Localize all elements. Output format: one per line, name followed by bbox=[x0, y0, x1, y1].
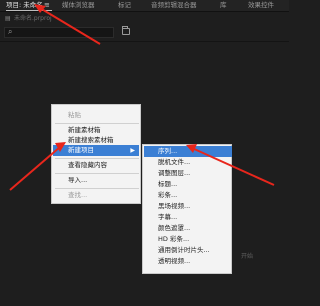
new-bin-folder-icon[interactable] bbox=[122, 26, 130, 35]
new-item-submenu: 序列... 脱机文件... 调整图层... 标题... 彩条... 黑场视频..… bbox=[142, 144, 232, 274]
menu-item-import[interactable]: 导入... bbox=[53, 175, 139, 186]
submenu-item-transparent-video[interactable]: 透明视频... bbox=[144, 256, 232, 267]
tab-audio-clip-mixer[interactable]: 音频剪辑混合器 bbox=[151, 0, 197, 11]
submenu-arrow-icon: ▶ bbox=[130, 147, 135, 154]
submenu-item-captions[interactable]: 字幕... bbox=[144, 212, 232, 223]
tab-libraries[interactable]: 库 bbox=[220, 0, 227, 11]
menu-item-view-hidden[interactable]: 查看隐藏内容 bbox=[53, 160, 139, 171]
menu-item-paste[interactable]: 粘贴 bbox=[53, 110, 139, 121]
submenu-item-offline-file[interactable]: 脱机文件... bbox=[144, 157, 232, 168]
menu-separator bbox=[55, 158, 139, 159]
submenu-item-hd-bars[interactable]: HD 彩条... bbox=[144, 234, 232, 245]
context-menu: 粘贴 新建素材箱 新建搜索素材箱 新建项目 ▶ 查看隐藏内容 导入... 查找.… bbox=[51, 104, 141, 204]
submenu-item-title[interactable]: 标题... bbox=[144, 179, 232, 190]
menu-item-find[interactable]: 查找... bbox=[53, 190, 139, 201]
panel-divider bbox=[0, 41, 289, 42]
tab-media-browser[interactable]: 媒体浏览器 bbox=[62, 0, 95, 11]
panel-tab-bar: 项目: 未命名 ≡ 媒体浏览器 标记 音频剪辑混合器 库 效果控件 bbox=[0, 0, 289, 12]
menu-separator bbox=[55, 173, 139, 174]
project-file-name: 未命名.prproj bbox=[14, 15, 52, 22]
project-file-icon: ▤ bbox=[5, 15, 11, 22]
submenu-item-sequence[interactable]: 序列... bbox=[144, 146, 232, 157]
search-icon: ⌕ bbox=[8, 27, 13, 36]
project-file-row: ▤ 未命名.prproj bbox=[0, 13, 289, 24]
submenu-item-adjustment-layer[interactable]: 调整图层... bbox=[144, 168, 232, 179]
menu-item-new-item[interactable]: 新建项目 ▶ bbox=[53, 145, 139, 156]
submenu-item-black-video[interactable]: 黑场视频... bbox=[144, 201, 232, 212]
submenu-item-universal-countdown[interactable]: 通用倒计时片头... bbox=[144, 245, 232, 256]
tab-markers[interactable]: 标记 bbox=[118, 0, 131, 11]
menu-separator bbox=[55, 123, 139, 124]
drop-hint-text: 开始 bbox=[241, 253, 254, 260]
active-tab-underline bbox=[6, 10, 52, 11]
menu-item-new-item-label: 新建项目 bbox=[68, 146, 94, 154]
menu-separator bbox=[55, 188, 139, 189]
tab-effect-controls[interactable]: 效果控件 bbox=[248, 0, 274, 11]
submenu-item-bars-and-tone[interactable]: 彩条... bbox=[144, 190, 232, 201]
search-input[interactable]: ⌕ bbox=[4, 27, 114, 38]
submenu-item-color-matte[interactable]: 颜色遮罩... bbox=[144, 223, 232, 234]
